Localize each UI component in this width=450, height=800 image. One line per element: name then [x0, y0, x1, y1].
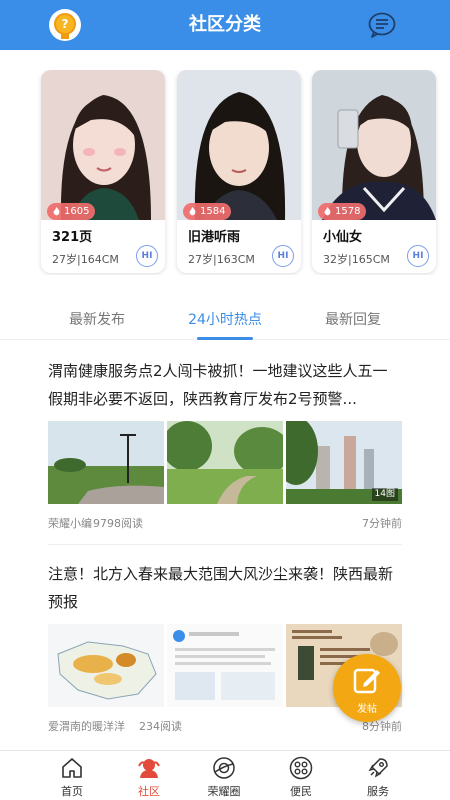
profile-carousel[interactable]: 1605 321页 27岁|164CM HI 1584 旧港听雨 27岁|163…	[0, 70, 450, 275]
profile-photo	[312, 70, 436, 220]
post-author[interactable]: 荣耀小编	[48, 515, 92, 531]
grid-icon	[289, 756, 313, 780]
community-icon	[138, 759, 160, 778]
likes-count: 1584	[200, 206, 226, 217]
likes-count: 1605	[64, 206, 90, 217]
read-count: 9798阅读	[93, 517, 143, 530]
planet-icon	[213, 757, 235, 779]
chat-bubble-icon[interactable]	[367, 11, 397, 39]
profile-name: 小仙女	[323, 230, 363, 245]
say-hi-button[interactable]: HI	[272, 245, 294, 267]
post-images: 14图	[48, 421, 402, 504]
profile-photo	[41, 70, 165, 220]
post-item[interactable]: 渭南健康服务点2人闯卡被抓！一地建议这些人五一假期非必要不返回，陕西教育厅发布2…	[48, 357, 402, 530]
post-image[interactable]	[48, 421, 164, 504]
post-image[interactable]	[167, 624, 283, 707]
tab-latest-replies[interactable]: 最新回复	[278, 302, 428, 338]
profile-card[interactable]: 1584 旧港听雨 27岁|163CM HI	[177, 70, 301, 273]
say-hi-button[interactable]: HI	[136, 245, 158, 267]
post-time: 7分钟前	[362, 517, 402, 530]
top-bar: 社区分类	[0, 0, 450, 50]
flame-icon	[324, 207, 331, 216]
nav-label: 服务	[367, 785, 389, 798]
likes-badge: 1578	[318, 203, 367, 220]
divider	[48, 544, 402, 545]
profile-photo	[177, 70, 301, 220]
post-title[interactable]: 渭南健康服务点2人闯卡被抓！一地建议这些人五一假期非必要不返回，陕西教育厅发布2…	[48, 357, 402, 413]
profile-card[interactable]: 1605 321页 27岁|164CM HI	[41, 70, 165, 273]
profile-meta: 27岁|163CM	[188, 253, 255, 266]
tab-label: 24小时热点	[188, 312, 262, 328]
nav-services[interactable]: 服务	[333, 751, 423, 800]
say-hi-button[interactable]: HI	[407, 245, 429, 267]
likes-count: 1578	[335, 206, 361, 217]
post-author[interactable]: 爱渭南的暖洋洋	[48, 718, 125, 734]
flame-icon	[189, 207, 196, 216]
new-post-button[interactable]: 发帖	[333, 654, 401, 722]
home-icon	[62, 758, 82, 778]
post-image[interactable]	[48, 624, 164, 707]
new-post-label: 发帖	[357, 704, 377, 715]
read-count: 234阅读	[139, 720, 182, 733]
tab-label: 最新回复	[325, 312, 381, 328]
feed-tabs: 最新发布 24小时热点 最新回复	[0, 302, 450, 340]
post-image[interactable]	[167, 421, 283, 504]
image-count-badge: 14图	[371, 488, 398, 501]
post-title[interactable]: 注意！北方入春来最大范围大风沙尘来袭！陕西最新预报	[48, 560, 402, 616]
likes-badge: 1584	[183, 203, 232, 220]
flame-icon	[53, 207, 60, 216]
tab-label: 最新发布	[69, 312, 125, 328]
post-item[interactable]: 注意！北方入春来最大范围大风沙尘来袭！陕西最新预报 爱渭南的暖洋洋 234阅读 …	[48, 560, 402, 733]
profile-name: 旧港听雨	[188, 230, 241, 245]
likes-badge: 1605	[47, 203, 96, 220]
profile-name: 321页	[52, 230, 93, 245]
profile-card[interactable]: 1578 小仙女 32岁|165CM HI	[312, 70, 436, 273]
profile-meta: 27岁|164CM	[52, 253, 119, 266]
rocket-icon	[368, 758, 388, 778]
edit-icon	[353, 668, 380, 694]
profile-meta: 32岁|165CM	[323, 253, 390, 266]
bottom-navigation: 首页 社区 荣耀圈 便民 服务	[0, 750, 450, 800]
